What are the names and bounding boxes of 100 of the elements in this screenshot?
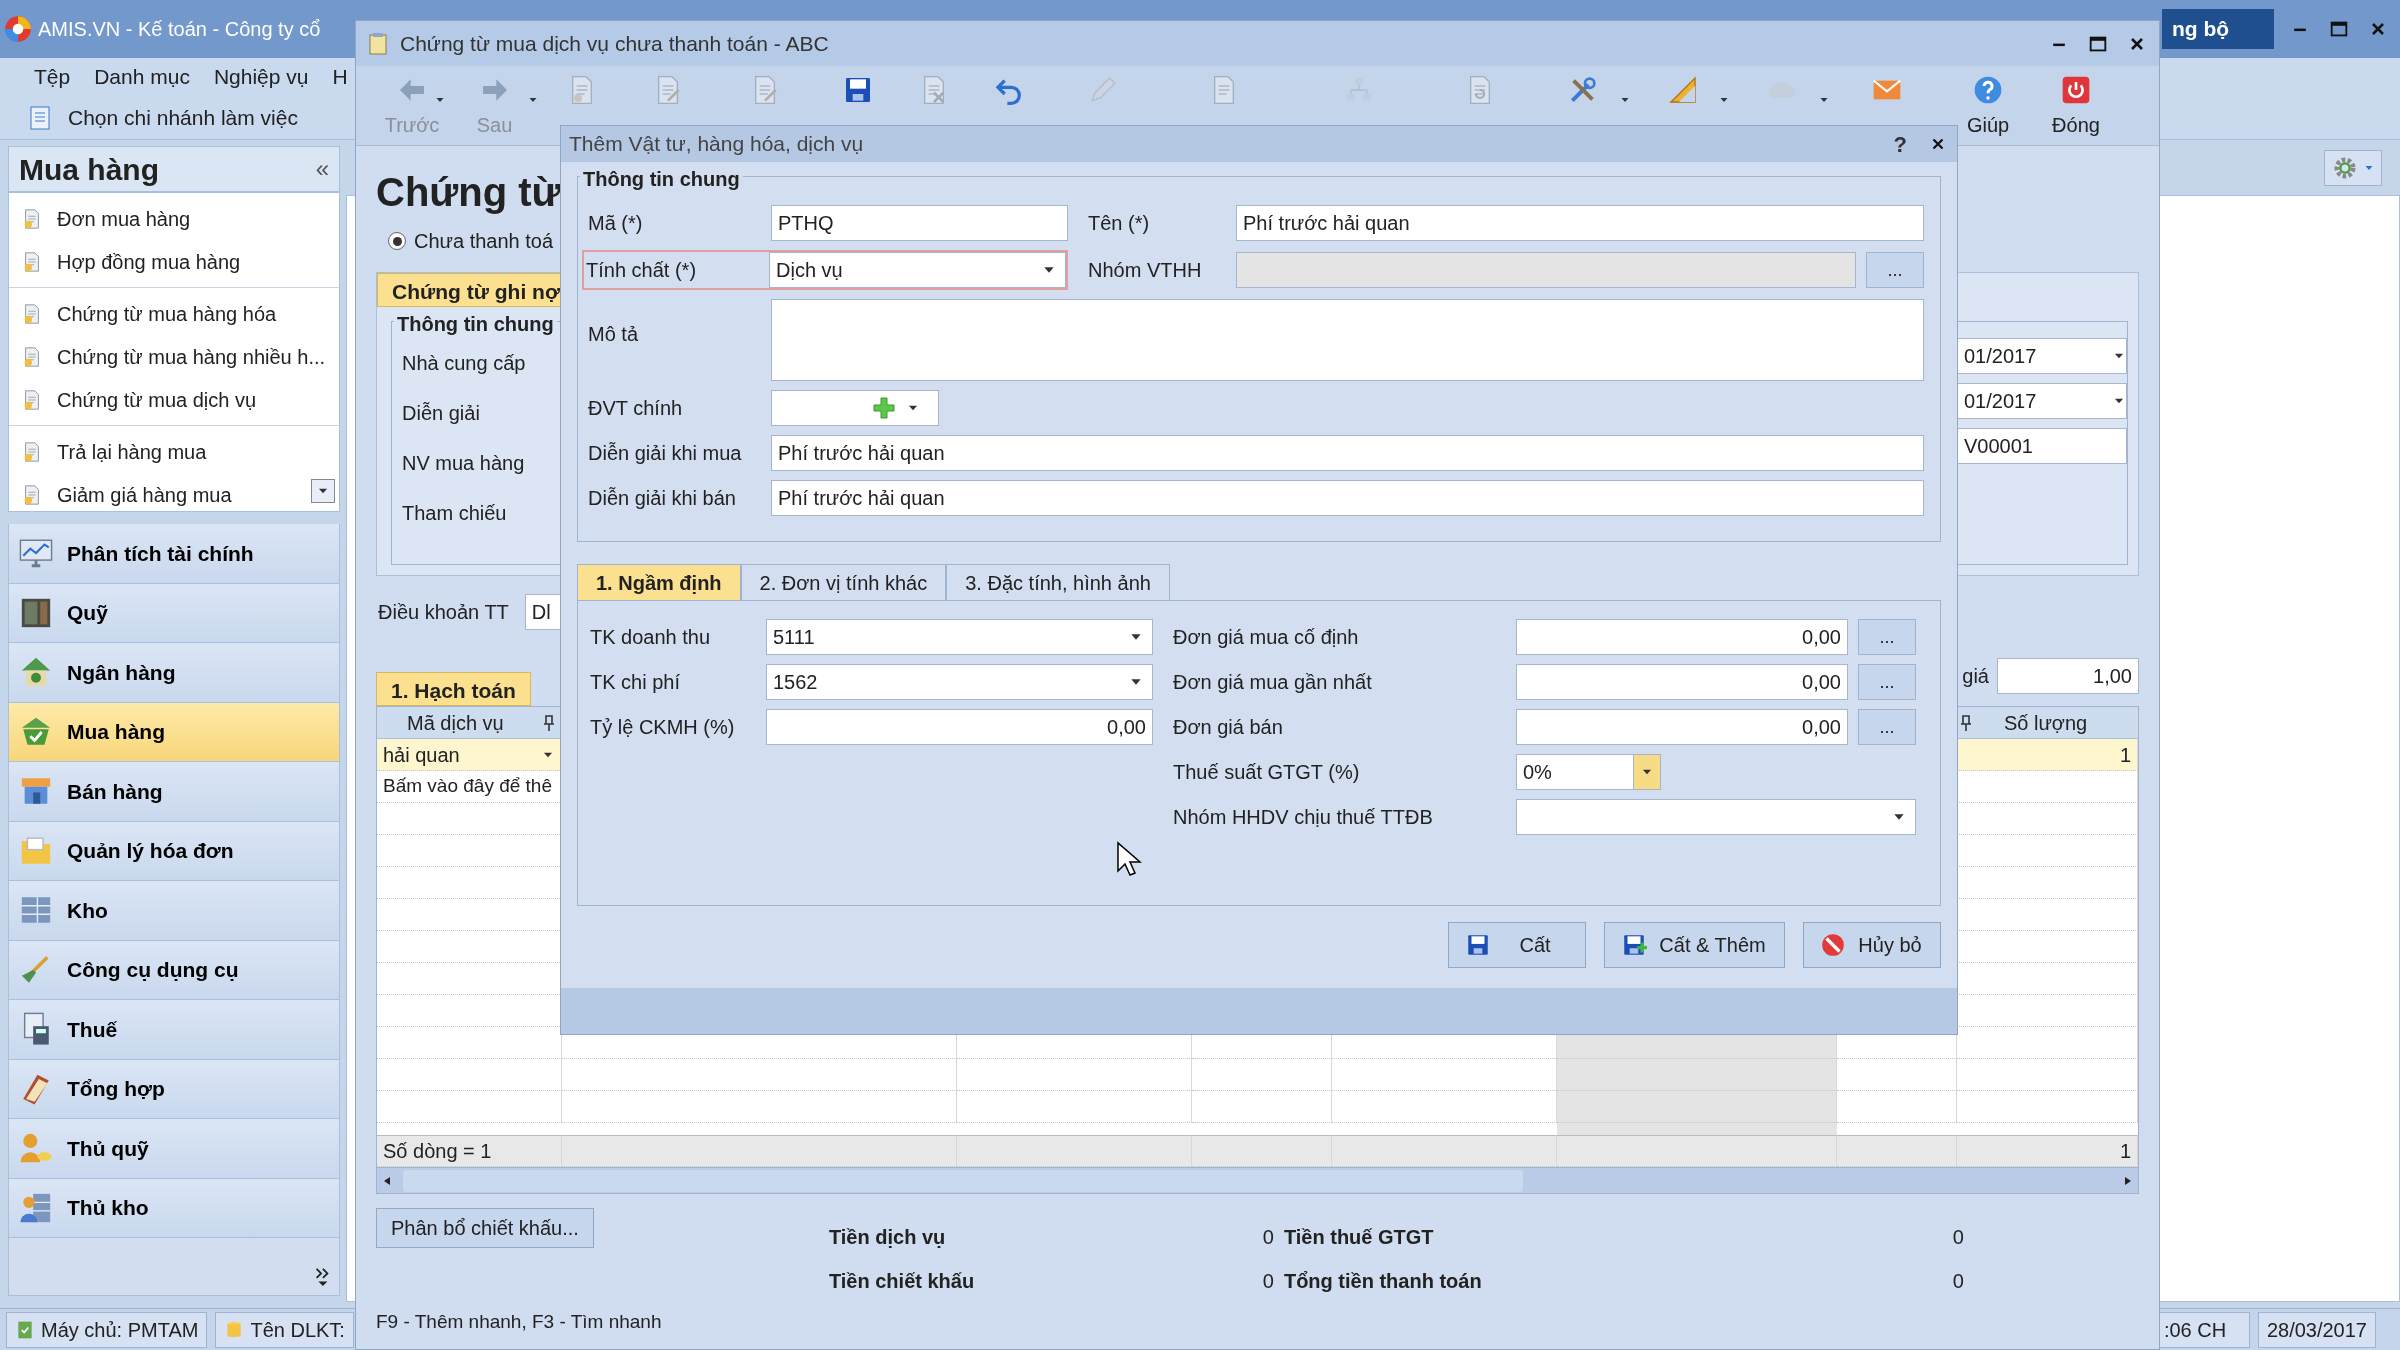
input-field[interactable]: V00001 bbox=[1957, 428, 2127, 464]
table-cell-text: 1 bbox=[2119, 742, 2131, 768]
module-button[interactable]: Thủ kho bbox=[8, 1178, 340, 1238]
browse-button[interactable]: ... bbox=[1858, 619, 1916, 655]
grid-tab[interactable]: 1. Hạch toán bbox=[376, 672, 531, 706]
sidebar-item[interactable]: Chứng từ mua dịch vụ bbox=[9, 378, 339, 421]
module-button[interactable]: Quản lý hóa đơn bbox=[8, 821, 340, 881]
horizontal-scrollbar[interactable] bbox=[376, 1168, 2139, 1194]
total-cell-text: 1 bbox=[2119, 1139, 2131, 1164]
module-button[interactable]: Thuế bbox=[8, 1000, 340, 1060]
document-heading: Chứng từ bbox=[376, 169, 561, 212]
settings-button[interactable] bbox=[2324, 149, 2382, 186]
input-field[interactable]: 1,00 bbox=[1997, 658, 2139, 694]
browse-button[interactable]: ... bbox=[1858, 709, 1916, 745]
date-field[interactable]: 01/2017 bbox=[1957, 338, 2127, 374]
field-label: NV mua hàng bbox=[402, 451, 526, 476]
save-button[interactable]: Cất bbox=[1448, 922, 1586, 968]
date-text: 28/03/2017 bbox=[2257, 1311, 2376, 1348]
menu-item[interactable]: Tệp bbox=[34, 61, 71, 93]
branch-button[interactable]: Chọn chi nhánh làm việc bbox=[28, 101, 298, 134]
total-value: 0 bbox=[1261, 1225, 1274, 1250]
toolbar-button[interactable]: Đóng bbox=[2035, 66, 2117, 145]
input-field[interactable]: PTHQ bbox=[771, 205, 1068, 241]
date-field[interactable]: 01/2017 bbox=[1957, 383, 2127, 419]
field-label: TK doanh thu bbox=[590, 625, 712, 650]
browse-button[interactable]: ... bbox=[1858, 664, 1916, 700]
save-add-icon bbox=[1621, 932, 1647, 958]
power-icon bbox=[2060, 74, 2092, 106]
module-button[interactable]: Kho bbox=[8, 881, 340, 941]
input-field[interactable]: 0,00 bbox=[766, 709, 1153, 745]
dropdown-field[interactable]: 1562 bbox=[766, 664, 1153, 700]
field-label: Tham chiếu bbox=[402, 501, 508, 526]
save-button[interactable]: Cất & Thêm bbox=[1604, 922, 1785, 968]
pin-icon bbox=[543, 714, 555, 731]
tab[interactable]: 1. Ngầm định bbox=[577, 564, 741, 600]
field-label: Tỷ lệ CKMH (%) bbox=[590, 715, 736, 740]
module-button[interactable]: Ngân hàng bbox=[8, 643, 340, 703]
input-field[interactable]: Phí trước hải quan bbox=[1236, 205, 1924, 241]
sidebar-item[interactable]: Đơn mua hàng bbox=[9, 197, 339, 240]
new-row-hint: Bấm vào đây để thê bbox=[383, 774, 552, 799]
dropdown-field[interactable] bbox=[1516, 799, 1916, 835]
tab[interactable]: 3. Đặc tính, hình ảnh bbox=[946, 564, 1170, 600]
field-label: Nhóm HHDV chịu thuế TTĐB bbox=[1173, 805, 1434, 830]
menu-item[interactable]: Nghiệp vụ bbox=[213, 61, 309, 93]
expand-icon[interactable] bbox=[313, 1265, 331, 1289]
field-label: Đơn giá mua cố định bbox=[1173, 625, 1360, 650]
app-logo-icon bbox=[4, 15, 32, 43]
help-button[interactable]: ? bbox=[1893, 127, 1907, 161]
field-label: Diễn giải bbox=[402, 401, 481, 426]
menu-item[interactable]: Danh mục bbox=[94, 61, 190, 93]
unit-dropdown[interactable] bbox=[771, 390, 939, 426]
table-cell-text: hải quan bbox=[383, 742, 460, 768]
module-button[interactable]: Tổng hợp bbox=[8, 1059, 340, 1119]
module-button[interactable]: Thủ quỹ bbox=[8, 1119, 340, 1179]
module-button[interactable]: Bán hàng bbox=[8, 762, 340, 822]
module-button[interactable]: Mua hàng bbox=[8, 702, 340, 762]
status-text: Máy chủ: PMTAM bbox=[41, 1317, 199, 1343]
sidebar-title: Mua hàng bbox=[19, 151, 159, 188]
sidebar-item[interactable]: Chứng từ mua hàng nhiều h... bbox=[9, 335, 339, 378]
cancel-button[interactable]: Hủy bỏ bbox=[1803, 922, 1941, 968]
tab[interactable]: 2. Đơn vị tính khác bbox=[740, 564, 947, 600]
field-label: giá bbox=[1962, 664, 1989, 689]
field-label: Tính chất (*) bbox=[586, 258, 698, 283]
module-button[interactable]: Quỹ bbox=[8, 583, 340, 643]
scroll-down-button[interactable] bbox=[311, 479, 335, 503]
collapse-button[interactable]: « bbox=[315, 151, 329, 187]
sidebar-item[interactable]: Hợp đồng mua hàng bbox=[9, 240, 339, 283]
input-field[interactable]: Phí trước hải quan bbox=[771, 435, 1924, 471]
field-label: Mã (*) bbox=[587, 211, 644, 236]
input-field[interactable]: 0,00 bbox=[1516, 709, 1848, 745]
sidebar-item[interactable]: Chứng từ mua hàng hóa bbox=[9, 292, 339, 335]
field-label: Diễn giải khi bán bbox=[587, 486, 737, 511]
field-label: Đơn giá mua gần nhất bbox=[1173, 670, 1373, 695]
total-value: 0 bbox=[1951, 1269, 1964, 1294]
field-label: Tên (*) bbox=[1087, 211, 1151, 236]
total-label: Tổng tiền thanh toán bbox=[1282, 1269, 1483, 1294]
sidebar-item[interactable]: Giảm giá hàng mua bbox=[9, 473, 339, 511]
notebook-icon bbox=[366, 31, 390, 56]
module-button[interactable]: Phân tích tài chính bbox=[8, 524, 340, 584]
menu-item[interactable]: H bbox=[332, 61, 348, 93]
field-label: Nhóm VTHH bbox=[1087, 258, 1203, 283]
sidebar-item[interactable]: Trả lại hàng mua bbox=[9, 430, 339, 473]
total-label: Tiền thuế GTGT bbox=[1282, 1225, 1435, 1250]
document-list-icon bbox=[28, 104, 52, 131]
allocate-discount-button[interactable]: Phân bổ chiết khấu... bbox=[376, 1208, 594, 1248]
dropdown-field[interactable]: 5111 bbox=[766, 619, 1153, 655]
input-field[interactable]: 0,00 bbox=[1516, 664, 1848, 700]
field-label: Mô tả bbox=[587, 322, 640, 347]
radio-button[interactable]: Chưa thanh toá bbox=[376, 226, 554, 256]
dropdown-field[interactable]: Dịch vụ bbox=[769, 252, 1066, 288]
mouse-cursor-icon bbox=[1116, 841, 1142, 877]
column-title: Số lượng bbox=[2004, 710, 2088, 736]
input-field[interactable]: 0,00 bbox=[1516, 619, 1848, 655]
total-label: Tiền dịch vụ bbox=[827, 1225, 947, 1250]
description-field[interactable] bbox=[771, 299, 1924, 381]
module-button[interactable]: Công cụ dụng cụ bbox=[8, 940, 340, 1000]
dialog-title: Thêm Vật tư, hàng hóa, dịch vụ bbox=[569, 131, 864, 158]
input-field[interactable]: Phí trước hải quan bbox=[771, 480, 1924, 516]
sync-button[interactable]: ng bộ bbox=[2162, 9, 2274, 49]
field-label: Diễn giải khi mua bbox=[587, 441, 743, 466]
